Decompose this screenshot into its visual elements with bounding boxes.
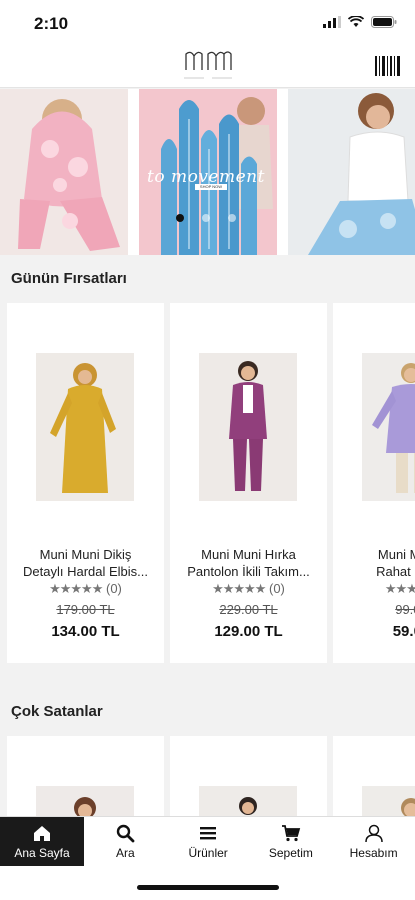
product-name-line: Muni Muni Dikiş <box>39 547 132 562</box>
app-screen: 2:10 to movement SHOP NOW Günün Fırsatla… <box>0 0 415 900</box>
carousel-dots <box>176 214 236 222</box>
signal-icon <box>323 16 341 28</box>
product-name-line: Pantolon İkili Takım... <box>187 564 310 579</box>
home-indicator-area <box>0 866 415 900</box>
tab-label: Sepetim <box>268 846 313 860</box>
status-bar: 2:10 <box>0 0 415 48</box>
tab-search[interactable]: Ara <box>84 817 167 866</box>
deals-product-list[interactable]: Muni Muni Dikiş Detaylı Hardal Elbis... … <box>0 303 415 663</box>
product-old-price: 179.00 TL <box>56 602 115 617</box>
product-name-line: Rahat Kesin <box>376 564 415 579</box>
home-icon <box>34 826 50 841</box>
product-old-price: 99.00 <box>395 602 415 617</box>
status-icons <box>323 16 397 28</box>
product-card[interactable]: Muni Muni I Rahat Kesin ★★★★★ 99.00 59.0… <box>333 303 415 663</box>
user-icon <box>364 824 383 843</box>
carousel-dot[interactable] <box>202 214 210 222</box>
muni-muni-logo-icon[interactable] <box>182 48 236 86</box>
search-icon <box>117 824 135 843</box>
product-card[interactable]: Muni Muni Hırka Pantolon İkili Takım... … <box>170 303 327 663</box>
product-old-price: 229.00 TL <box>219 602 278 617</box>
product-rating: ★★★★★ <box>333 581 415 597</box>
tab-cart[interactable]: Sepetim <box>250 817 333 866</box>
product-name: Muni Muni I Rahat Kesin <box>333 546 415 580</box>
tab-account[interactable]: Hesabım <box>332 817 415 866</box>
star-rating-icon: ★★★★★ <box>49 581 103 596</box>
banner-slide-movement[interactable]: to movement SHOP NOW <box>139 89 277 255</box>
pink-loungewear-image <box>0 89 128 255</box>
carousel-dot[interactable] <box>228 214 236 222</box>
tab-label: Ürünler <box>188 846 228 860</box>
best-sellers-section-title: Çok Satanlar <box>11 703 103 720</box>
star-rating-icon: ★★★★★ <box>384 581 415 596</box>
barcode-icon[interactable] <box>375 56 401 76</box>
carousel-dot[interactable] <box>176 214 184 222</box>
product-rating: ★★★★★ (0) <box>170 581 327 597</box>
app-header <box>0 48 415 88</box>
product-rating: ★★★★★ (0) <box>7 581 164 597</box>
tab-home[interactable]: Ana Sayfa <box>0 817 84 866</box>
menu-icon <box>200 827 217 840</box>
status-time: 2:10 <box>34 14 69 33</box>
product-card[interactable]: Muni Muni Dikiş Detaylı Hardal Elbis... … <box>7 303 164 663</box>
tab-label: Ara <box>116 846 135 860</box>
bottom-tab-bar: Ana Sayfa Ara Ürünler Sepetim Hesabım <box>0 816 415 866</box>
product-price: 129.00 TL <box>214 623 283 640</box>
star-rating-icon: ★★★★★ <box>212 581 266 596</box>
rating-count: (0) <box>269 581 285 596</box>
rating-count: (0) <box>106 581 122 596</box>
product-image-cardigan-set <box>199 353 297 501</box>
tab-products[interactable]: Ürünler <box>167 817 250 866</box>
banner-slide-pink-loungewear[interactable] <box>0 89 128 255</box>
battery-icon <box>371 16 397 28</box>
cart-icon <box>281 825 301 842</box>
tab-label: Ana Sayfa <box>14 846 70 860</box>
banner-shop-button[interactable]: SHOP NOW <box>195 184 227 190</box>
home-indicator[interactable] <box>137 885 279 890</box>
product-price: 59.00 <box>392 623 415 640</box>
wifi-icon <box>348 16 364 27</box>
tab-label: Hesabım <box>349 846 398 860</box>
product-name-line: Detaylı Hardal Elbis... <box>23 564 148 579</box>
product-name: Muni Muni Dikiş Detaylı Hardal Elbis... <box>7 546 164 580</box>
deals-section-title: Günün Fırsatları <box>11 270 127 287</box>
product-name-line: Muni Muni Hırka <box>201 547 296 562</box>
product-price: 134.00 TL <box>51 623 120 640</box>
banner-slide-white-top[interactable] <box>288 89 415 255</box>
product-name: Muni Muni Hırka Pantolon İkili Takım... <box>170 546 327 580</box>
product-image-mustard-dress <box>36 353 134 501</box>
white-top-image <box>288 89 415 255</box>
banner-carousel[interactable]: to movement SHOP NOW <box>0 89 415 255</box>
product-image-lilac-top <box>362 353 415 501</box>
product-name-line: Muni Muni I <box>377 547 415 562</box>
